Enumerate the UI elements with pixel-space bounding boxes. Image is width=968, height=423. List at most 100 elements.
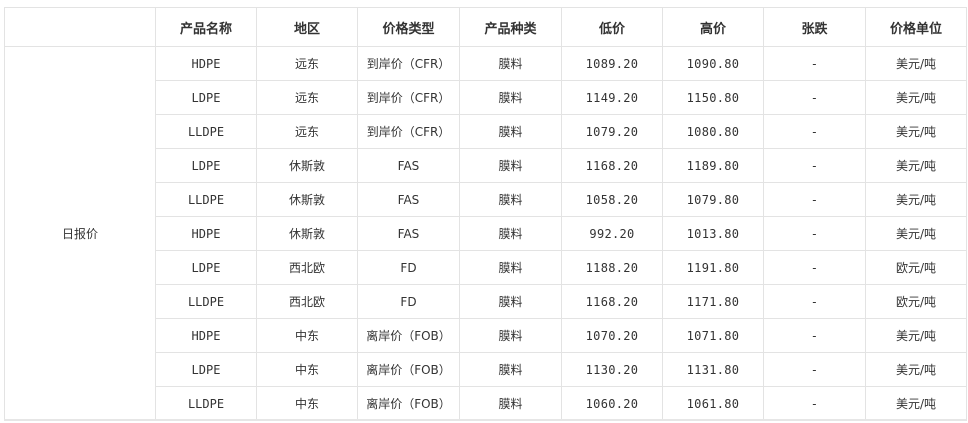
price-table: 产品名称 地区 价格类型 产品种类 低价 高价 张跌 价格单位 日报价 HDPE 远东 到岸价（CF…	[4, 7, 967, 421]
cell-unit: 欧元/吨	[865, 284, 967, 319]
cell-unit: 美元/吨	[865, 352, 967, 387]
cell-price-type: FAS	[357, 216, 460, 251]
cell-change: -	[763, 148, 866, 183]
cell-high-price: 1061.80	[662, 386, 764, 421]
cell-change: -	[763, 352, 866, 387]
cell-low-price: 1168.20	[561, 148, 663, 183]
cell-category: 膜料	[459, 182, 562, 217]
cell-product-name: LLDPE	[155, 114, 257, 149]
cell-category: 膜料	[459, 80, 562, 115]
cell-category: 膜料	[459, 216, 562, 251]
cell-product-name: LLDPE	[155, 182, 257, 217]
cell-price-type: 到岸价（CFR）	[357, 114, 460, 149]
cell-change: -	[763, 318, 866, 353]
cell-high-price: 1080.80	[662, 114, 764, 149]
cell-price-type: FD	[357, 250, 460, 285]
cell-product-name: LDPE	[155, 250, 257, 285]
header-category: 产品种类	[459, 7, 562, 47]
header-blank	[4, 7, 156, 47]
cell-region: 休斯敦	[256, 182, 358, 217]
cell-price-type: 到岸价（CFR）	[357, 80, 460, 115]
cell-change: -	[763, 250, 866, 285]
cell-low-price: 1070.20	[561, 318, 663, 353]
cell-product-name: HDPE	[155, 318, 257, 353]
header-product-name: 产品名称	[155, 7, 257, 47]
cell-low-price: 1089.20	[561, 46, 663, 81]
cell-change: -	[763, 114, 866, 149]
cell-category: 膜料	[459, 318, 562, 353]
table-row: 日报价 HDPE 远东 到岸价（CFR） 膜料 1089.20 1090.80- 美元/吨	[4, 46, 967, 421]
cell-unit: 美元/吨	[865, 318, 967, 353]
cell-unit: 美元/吨	[865, 182, 967, 217]
cell-high-price: 1171.80	[662, 284, 764, 319]
cell-product-name: LLDPE	[155, 284, 257, 319]
cell-region: 远东	[256, 114, 358, 149]
cell-unit: 美元/吨	[865, 114, 967, 149]
cell-change: -	[763, 80, 866, 115]
cell-low-price: 1149.20	[561, 80, 663, 115]
cell-change: -	[763, 216, 866, 251]
cell-price-type: FAS	[357, 148, 460, 183]
cell-category: 膜料	[459, 352, 562, 387]
header-region: 地区	[256, 7, 358, 47]
cell-unit: 美元/吨	[865, 216, 967, 251]
cell-group-label: 日报价	[4, 46, 156, 421]
cell-region: 远东	[256, 80, 358, 115]
cell-low-price: 1058.20	[561, 182, 663, 217]
cell-high-price: 1150.80	[662, 80, 764, 115]
cell-region: 中东	[256, 386, 358, 421]
cell-price-type: 到岸价（CFR）	[357, 46, 460, 81]
cell-price-type: 离岸价（FOB）	[357, 386, 460, 421]
header-row: 产品名称 地区 价格类型 产品种类 低价 高价 张跌 价格单位	[4, 7, 967, 47]
cell-change: -	[763, 46, 866, 81]
cell-low-price: 1079.20	[561, 114, 663, 149]
cell-product-name: HDPE	[155, 216, 257, 251]
cell-high-price: 1013.80	[662, 216, 764, 251]
cell-low-price: 1188.20	[561, 250, 663, 285]
cell-unit: 美元/吨	[865, 148, 967, 183]
cell-unit: 美元/吨	[865, 80, 967, 115]
cell-high-price: 1079.80	[662, 182, 764, 217]
cell-region: 休斯敦	[256, 216, 358, 251]
cell-region: 中东	[256, 318, 358, 353]
cell-change: -	[763, 386, 866, 421]
table-bottom-rule	[4, 419, 966, 421]
cell-product-name: LDPE	[155, 80, 257, 115]
cell-unit: 美元/吨	[865, 46, 967, 81]
cell-low-price: 1168.20	[561, 284, 663, 319]
cell-change: -	[763, 284, 866, 319]
cell-low-price: 1060.20	[561, 386, 663, 421]
cell-product-name: HDPE	[155, 46, 257, 81]
cell-category: 膜料	[459, 386, 562, 421]
cell-region: 中东	[256, 352, 358, 387]
header-high-price: 高价	[662, 7, 764, 47]
header-low-price: 低价	[561, 7, 663, 47]
header-unit: 价格单位	[865, 7, 967, 47]
cell-high-price: 1191.80	[662, 250, 764, 285]
cell-category: 膜料	[459, 114, 562, 149]
cell-price-type: 离岸价（FOB）	[357, 318, 460, 353]
cell-category: 膜料	[459, 46, 562, 81]
cell-category: 膜料	[459, 284, 562, 319]
cell-change: -	[763, 182, 866, 217]
cell-region: 远东	[256, 46, 358, 81]
cell-category: 膜料	[459, 250, 562, 285]
cell-high-price: 1090.80	[662, 46, 764, 81]
cell-low-price: 992.20	[561, 216, 663, 251]
table-body: 日报价 HDPE 远东 到岸价（CFR） 膜料 1089.20 1090.80- 美元/吨 LD…	[4, 46, 967, 421]
cell-product-name: LDPE	[155, 148, 257, 183]
header-change: 张跌	[763, 7, 866, 47]
cell-product-name: LLDPE	[155, 386, 257, 421]
page: 产品名称 地区 价格类型 产品种类 低价 高价 张跌 价格单位 日报价 HDPE 远东 到岸价（CF…	[0, 0, 968, 423]
cell-unit: 欧元/吨	[865, 250, 967, 285]
cell-price-type: FAS	[357, 182, 460, 217]
cell-region: 西北欧	[256, 250, 358, 285]
cell-low-price: 1130.20	[561, 352, 663, 387]
cell-price-type: FD	[357, 284, 460, 319]
cell-high-price: 1189.80	[662, 148, 764, 183]
cell-high-price: 1131.80	[662, 352, 764, 387]
cell-high-price: 1071.80	[662, 318, 764, 353]
cell-price-type: 离岸价（FOB）	[357, 352, 460, 387]
cell-unit: 美元/吨	[865, 386, 967, 421]
cell-region: 西北欧	[256, 284, 358, 319]
